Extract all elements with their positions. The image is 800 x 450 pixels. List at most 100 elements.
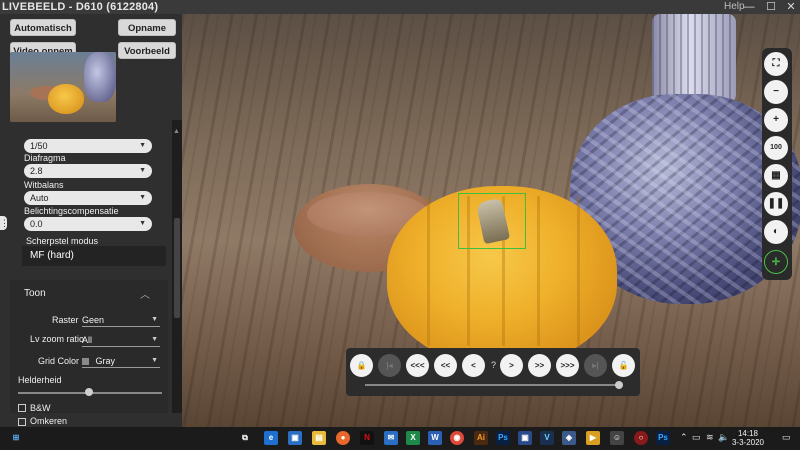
zoom-in-icon[interactable]: + <box>764 108 788 132</box>
raster-select[interactable]: Geen ▼ <box>82 313 160 327</box>
photoshop-icon[interactable]: Ps <box>496 431 510 445</box>
close-button[interactable]: ✕ <box>780 0 800 14</box>
scroll-up-icon[interactable]: ▲ <box>173 128 181 136</box>
chrome-icon[interactable]: ◉ <box>450 431 464 445</box>
recording-app-icon[interactable]: ○ <box>634 431 648 445</box>
next-far-button[interactable]: >>> <box>556 354 579 377</box>
focus-mode-label: Scherpstel modus <box>26 236 99 246</box>
windows-start-icon[interactable]: ⊞ <box>9 431 23 445</box>
prev-far-button[interactable]: <<< <box>406 354 429 377</box>
lamp-neck <box>652 14 736 106</box>
toon-section-title: Toon <box>24 288 46 299</box>
skip-start-icon[interactable]: |◂ <box>378 354 401 377</box>
preview-thumbnail[interactable] <box>10 52 116 122</box>
aperture-value: 2.8 <box>30 166 43 176</box>
chevron-down-icon: ▼ <box>139 142 146 149</box>
chevron-down-icon: ▼ <box>151 336 158 343</box>
fullscreen-icon[interactable]: ⛶ <box>764 52 788 76</box>
focus-area-box[interactable] <box>458 193 526 249</box>
window-title: LIVEBEELD - D610 (6122804) <box>2 1 159 13</box>
store-icon[interactable]: ▣ <box>288 431 302 445</box>
automatic-button[interactable]: Automatisch <box>10 19 76 36</box>
record-button[interactable]: Opname <box>118 19 176 36</box>
raster-label: Raster <box>52 315 79 325</box>
mail-icon[interactable]: ✉ <box>384 431 398 445</box>
aperture-select[interactable]: 2.8 ▼ <box>24 164 152 178</box>
task-view-icon[interactable]: ⧉ <box>238 431 252 445</box>
clock-date: 3-3-2020 <box>731 438 765 447</box>
pause-icon[interactable]: ❚❚ <box>764 192 788 216</box>
gray-swatch-icon <box>82 358 89 366</box>
bw-checkbox[interactable] <box>18 404 26 412</box>
shutter-speed-select[interactable]: 1/50 ▼ <box>24 139 152 153</box>
battery-icon[interactable]: ▭ <box>692 432 701 443</box>
grid-color-label: Grid Color <box>38 356 80 366</box>
zoom-out-icon[interactable]: − <box>764 80 788 104</box>
skip-end-icon[interactable]: ▸| <box>584 354 607 377</box>
playback-slider[interactable] <box>365 384 621 386</box>
brightness-label: Helderheid <box>18 375 62 385</box>
app-icon[interactable]: ▣ <box>518 431 532 445</box>
file-explorer-icon[interactable]: ▤ <box>312 431 326 445</box>
histogram-icon[interactable]: ◐ <box>764 220 788 244</box>
vectorworks-icon[interactable]: V <box>540 431 554 445</box>
title-bar: LIVEBEELD - D610 (6122804) Help — ☐ ✕ <box>0 0 800 14</box>
prev-button[interactable]: << <box>434 354 457 377</box>
focus-mode-value[interactable]: MF (hard) <box>22 246 166 266</box>
app-window: LIVEBEELD - D610 (6122804) Help — ☐ ✕ Au… <box>0 0 800 450</box>
grid-color-select[interactable]: Gray ▼ <box>82 354 160 368</box>
taskbar-clock[interactable]: 14:18 3-3-2020 <box>730 429 766 447</box>
volume-icon[interactable]: 🔈 <box>718 432 729 443</box>
preview-button[interactable]: Voorbeeld <box>118 42 176 59</box>
exposure-compensation-value: 0.0 <box>30 219 43 229</box>
tray-chevron-up-icon[interactable]: ⌃ <box>680 432 688 443</box>
lv-zoom-ratio-select[interactable]: All ▼ <box>82 333 160 347</box>
exposure-compensation-label: Belichtingscompensatie <box>24 206 119 216</box>
aperture-label: Diafragma <box>24 153 66 163</box>
lock-left-icon[interactable]: 🔒 <box>350 354 373 377</box>
white-balance-select[interactable]: Auto ▼ <box>24 191 152 205</box>
scrollbar-thumb[interactable] <box>174 218 180 318</box>
maximize-button[interactable]: ☐ <box>760 0 782 14</box>
chevron-down-icon: ▼ <box>151 357 158 364</box>
step-back-button[interactable]: < <box>462 354 485 377</box>
zoom-100-button[interactable]: 100 <box>764 136 788 160</box>
step-forward-button[interactable]: > <box>500 354 523 377</box>
omkeren-checkbox[interactable] <box>18 418 26 426</box>
grid-icon[interactable]: ▦ <box>764 164 788 188</box>
photoshop-2-icon[interactable]: Ps <box>656 431 670 445</box>
excel-icon[interactable]: X <box>406 431 420 445</box>
white-balance-value: Auto <box>30 193 49 203</box>
lv-zoom-ratio-value: All <box>82 335 93 345</box>
media-icon[interactable]: ▶ <box>586 431 600 445</box>
next-button[interactable]: >> <box>528 354 551 377</box>
playback-slider-knob[interactable] <box>615 381 623 389</box>
brightness-slider-knob[interactable] <box>85 388 93 396</box>
lock-right-icon[interactable]: 🔓 <box>612 354 635 377</box>
camera-control-icon[interactable]: ◈ <box>562 431 576 445</box>
chevron-up-icon[interactable]: ︿ <box>140 286 150 301</box>
wifi-icon[interactable]: ≋ <box>706 432 714 443</box>
chevron-down-icon: ▼ <box>139 220 146 227</box>
bw-label: B&W <box>30 403 51 413</box>
panel-toggle-icon[interactable]: ⋮ <box>0 216 9 230</box>
focus-target-icon[interactable]: ✛ <box>764 250 788 274</box>
chevron-down-icon: ▼ <box>139 167 146 174</box>
chevron-down-icon: ▼ <box>139 194 146 201</box>
netflix-icon[interactable]: N <box>360 431 374 445</box>
minimize-button[interactable]: — <box>738 0 760 14</box>
white-balance-label: Witbalans <box>24 180 64 190</box>
lv-zoom-ratio-label: Lv zoom ratio <box>30 334 85 344</box>
exposure-compensation-select[interactable]: 0.0 ▼ <box>24 217 152 231</box>
word-icon[interactable]: W <box>428 431 442 445</box>
firefox-icon[interactable]: ● <box>336 431 350 445</box>
notifications-icon[interactable]: ▭ <box>782 432 791 443</box>
user-app-icon[interactable]: ☺ <box>610 431 624 445</box>
chevron-down-icon: ▼ <box>151 316 158 323</box>
illustrator-icon[interactable]: Ai <box>474 431 488 445</box>
playback-help[interactable]: ? <box>491 360 496 370</box>
edge-icon[interactable]: e <box>264 431 278 445</box>
raster-value: Geen <box>82 315 105 325</box>
omkeren-label: Omkeren <box>30 416 68 426</box>
grid-color-value: Gray <box>95 356 116 366</box>
